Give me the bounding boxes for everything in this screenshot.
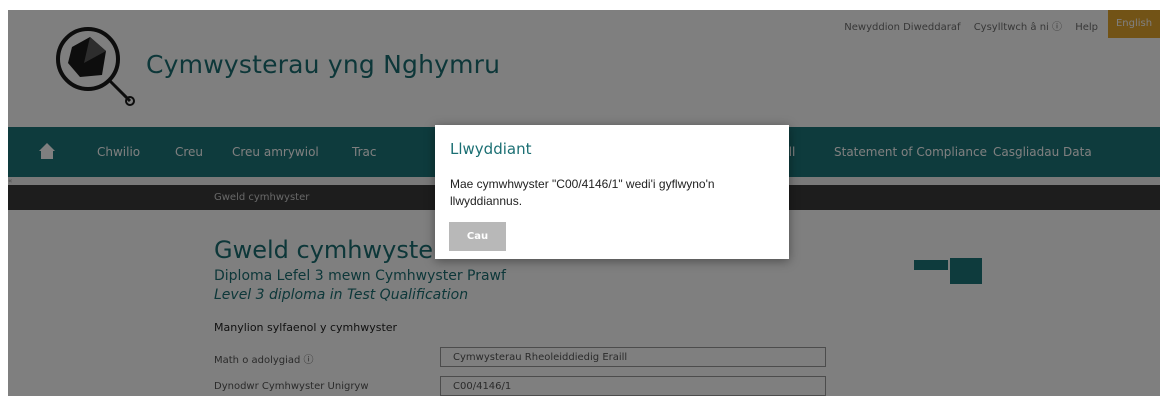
- app-frame: Cymwysterau yng Nghymru Newyddion Diwedd…: [8, 10, 1160, 396]
- dialog-title: Llwyddiant: [450, 140, 532, 158]
- close-button[interactable]: Cau: [449, 222, 506, 251]
- success-dialog: Llwyddiant Mae cymwhwyster "C00/4146/1" …: [435, 125, 789, 259]
- dialog-message: Mae cymwhwyster "C00/4146/1" wedi'i gyfl…: [450, 177, 715, 208]
